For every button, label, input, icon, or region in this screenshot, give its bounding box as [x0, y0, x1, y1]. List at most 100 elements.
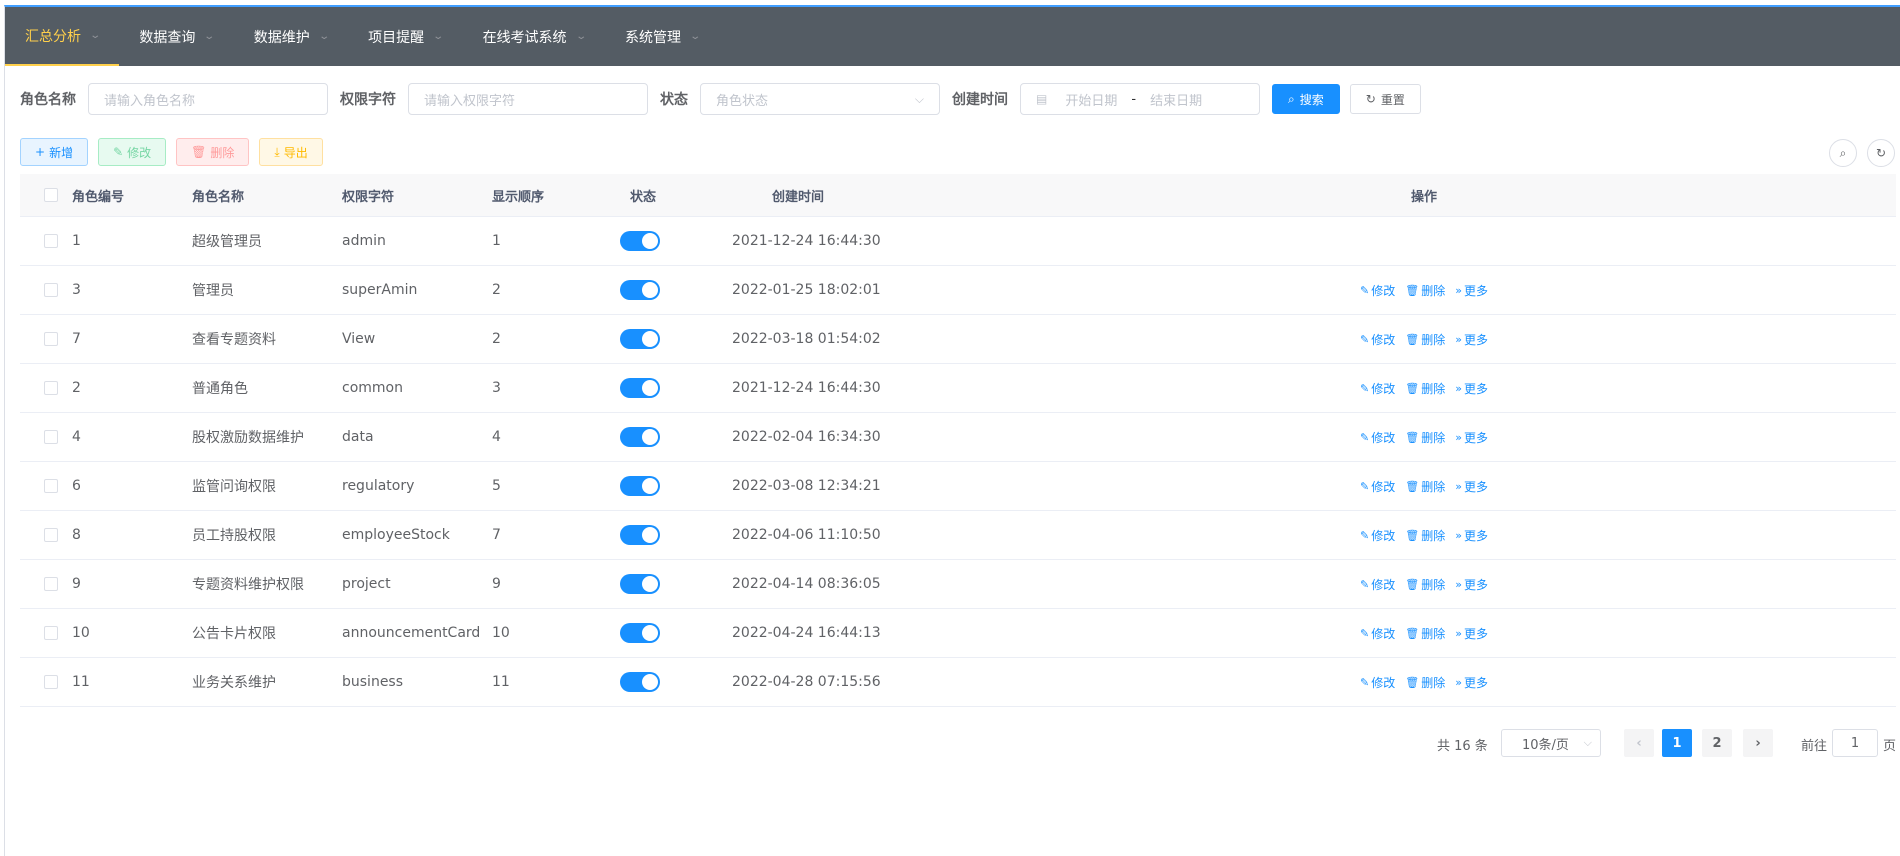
row-delete-button[interactable]: 🗑 删除 [1405, 429, 1445, 446]
cell-created: 2022-03-18 01:54:02 [732, 331, 881, 347]
row-edit-button[interactable]: ✎ 修改 [1360, 478, 1395, 495]
cell-created: 2022-04-14 08:36:05 [732, 576, 881, 592]
row-delete-button[interactable]: 🗑 删除 [1405, 282, 1445, 299]
row-delete-button[interactable]: 🗑 删除 [1405, 331, 1445, 348]
row-delete-button[interactable]: 🗑 删除 [1405, 380, 1445, 397]
status-switch[interactable] [620, 280, 660, 300]
row-more-button[interactable]: » 更多 [1455, 576, 1488, 593]
row-edit-label: 修改 [1371, 332, 1396, 347]
edit-icon: ✎ [1360, 479, 1370, 493]
row-edit-button[interactable]: ✎ 修改 [1360, 429, 1395, 446]
status-switch[interactable] [620, 427, 660, 447]
edit-button-label: 修改 [127, 145, 152, 160]
next-page-button[interactable]: › [1743, 729, 1773, 757]
row-edit-button[interactable]: ✎ 修改 [1360, 282, 1395, 299]
cell-name: 超级管理员 [192, 234, 262, 250]
cell-ops: ✎ 修改 🗑 删除 » 更多 [952, 282, 1896, 299]
table-header: 角色编号 角色名称 权限字符 显示顺序 状态 创建时间 操作 [20, 174, 1896, 217]
prev-page-button[interactable]: ‹ [1624, 729, 1654, 757]
row-edit-button[interactable]: ✎ 修改 [1360, 625, 1395, 642]
search-button[interactable]: ⌕ 搜索 [1272, 84, 1340, 114]
date-range-picker[interactable]: ▤ 开始日期 - 结束日期 [1020, 83, 1260, 115]
row-edit-button[interactable]: ✎ 修改 [1360, 527, 1395, 544]
status-switch[interactable] [620, 476, 660, 496]
cell-name: 查看专题资料 [192, 332, 276, 348]
page-suffix: 页 [1883, 739, 1897, 754]
row-checkbox[interactable] [44, 479, 58, 493]
role-key-label: 权限字符 [340, 92, 396, 108]
toggle-search-button[interactable]: ⌕ [1829, 139, 1857, 167]
row-delete-button[interactable]: 🗑 删除 [1405, 527, 1445, 544]
page-button-1[interactable]: 1 [1662, 729, 1692, 757]
trash-icon: 🗑 [1405, 675, 1420, 689]
row-edit-button[interactable]: ✎ 修改 [1360, 674, 1395, 691]
export-button[interactable]: ⤓ 导出 [259, 138, 323, 166]
row-delete-button[interactable]: 🗑 删除 [1405, 674, 1445, 691]
delete-button[interactable]: 🗑 删除 [176, 138, 250, 166]
trash-icon: 🗑 [1405, 626, 1420, 640]
role-key-input[interactable]: 请输入权限字符 [408, 83, 648, 115]
row-checkbox[interactable] [44, 381, 58, 395]
row-delete-button[interactable]: 🗑 删除 [1405, 576, 1445, 593]
row-more-button[interactable]: » 更多 [1455, 625, 1488, 642]
row-checkbox[interactable] [44, 577, 58, 591]
status-switch[interactable] [620, 231, 660, 251]
status-switch[interactable] [620, 378, 660, 398]
cell-key: View [342, 331, 376, 347]
edit-button[interactable]: ✎ 修改 [98, 138, 167, 166]
row-checkbox[interactable] [44, 626, 58, 640]
nav-item-system[interactable]: 系统管理 ⌄ [605, 7, 719, 66]
row-delete-button[interactable]: 🗑 删除 [1405, 478, 1445, 495]
row-edit-button[interactable]: ✎ 修改 [1360, 576, 1395, 593]
status-switch[interactable] [620, 623, 660, 643]
reset-button[interactable]: ↻ 重置 [1349, 84, 1421, 114]
row-edit-button[interactable]: ✎ 修改 [1360, 331, 1395, 348]
nav-item-exam[interactable]: 在线考试系统 ⌄ [463, 7, 605, 66]
cell-ops: ✎ 修改 🗑 删除 » 更多 [952, 478, 1896, 495]
status-switch[interactable] [620, 525, 660, 545]
select-all-checkbox[interactable] [44, 188, 58, 202]
chevron-down-icon: ⌄ [89, 30, 102, 41]
switch-knob [642, 380, 658, 396]
row-delete-button[interactable]: 🗑 删除 [1405, 625, 1445, 642]
add-button[interactable]: + 新增 [20, 138, 89, 166]
page-button-2[interactable]: 2 [1702, 729, 1732, 757]
status-placeholder: 角色状态 [716, 93, 769, 109]
role-name-placeholder: 请输入角色名称 [104, 93, 196, 109]
row-checkbox[interactable] [44, 430, 58, 444]
row-checkbox[interactable] [44, 234, 58, 248]
status-select[interactable]: 角色状态 ⌵ [700, 83, 940, 115]
row-more-button[interactable]: » 更多 [1455, 478, 1488, 495]
goto-page-input[interactable]: 1 [1832, 729, 1878, 757]
page-size-select[interactable]: 10条/页 ⌵ [1501, 729, 1601, 757]
cell-id: 9 [72, 576, 81, 592]
row-checkbox[interactable] [44, 528, 58, 542]
row-more-button[interactable]: » 更多 [1455, 674, 1488, 691]
row-edit-button[interactable]: ✎ 修改 [1360, 380, 1395, 397]
status-switch[interactable] [620, 574, 660, 594]
nav-item-summary[interactable]: 汇总分析 ⌄ [5, 7, 120, 66]
row-more-button[interactable]: » 更多 [1455, 282, 1488, 299]
row-checkbox[interactable] [44, 283, 58, 297]
row-checkbox[interactable] [44, 675, 58, 689]
row-more-button[interactable]: » 更多 [1455, 527, 1488, 544]
row-more-button[interactable]: » 更多 [1455, 331, 1488, 348]
nav-item-maintenance[interactable]: 数据维护 ⌄ [234, 7, 348, 66]
row-more-button[interactable]: » 更多 [1455, 380, 1488, 397]
nav-item-reminder[interactable]: 项目提醒 ⌄ [348, 7, 462, 66]
row-more-label: 更多 [1463, 479, 1488, 494]
chevron-right-icon: › [1755, 735, 1761, 751]
role-name-input[interactable]: 请输入角色名称 [88, 83, 328, 115]
row-more-label: 更多 [1463, 283, 1488, 298]
refresh-table-button[interactable]: ↻ [1867, 139, 1895, 167]
status-switch[interactable] [620, 672, 660, 692]
cell-created: 2021-12-24 16:44:30 [732, 233, 881, 249]
cell-id: 11 [72, 674, 90, 690]
cell-id: 8 [72, 527, 81, 543]
nav-item-query[interactable]: 数据查询 ⌄ [119, 7, 233, 66]
cell-key: admin [342, 233, 386, 249]
status-switch[interactable] [620, 329, 660, 349]
search-form: 角色名称 请输入角色名称 权限字符 请输入权限字符 状态 角色状态 ⌵ 创建时间… [20, 83, 1421, 115]
row-more-button[interactable]: » 更多 [1455, 429, 1488, 446]
row-checkbox[interactable] [44, 332, 58, 346]
